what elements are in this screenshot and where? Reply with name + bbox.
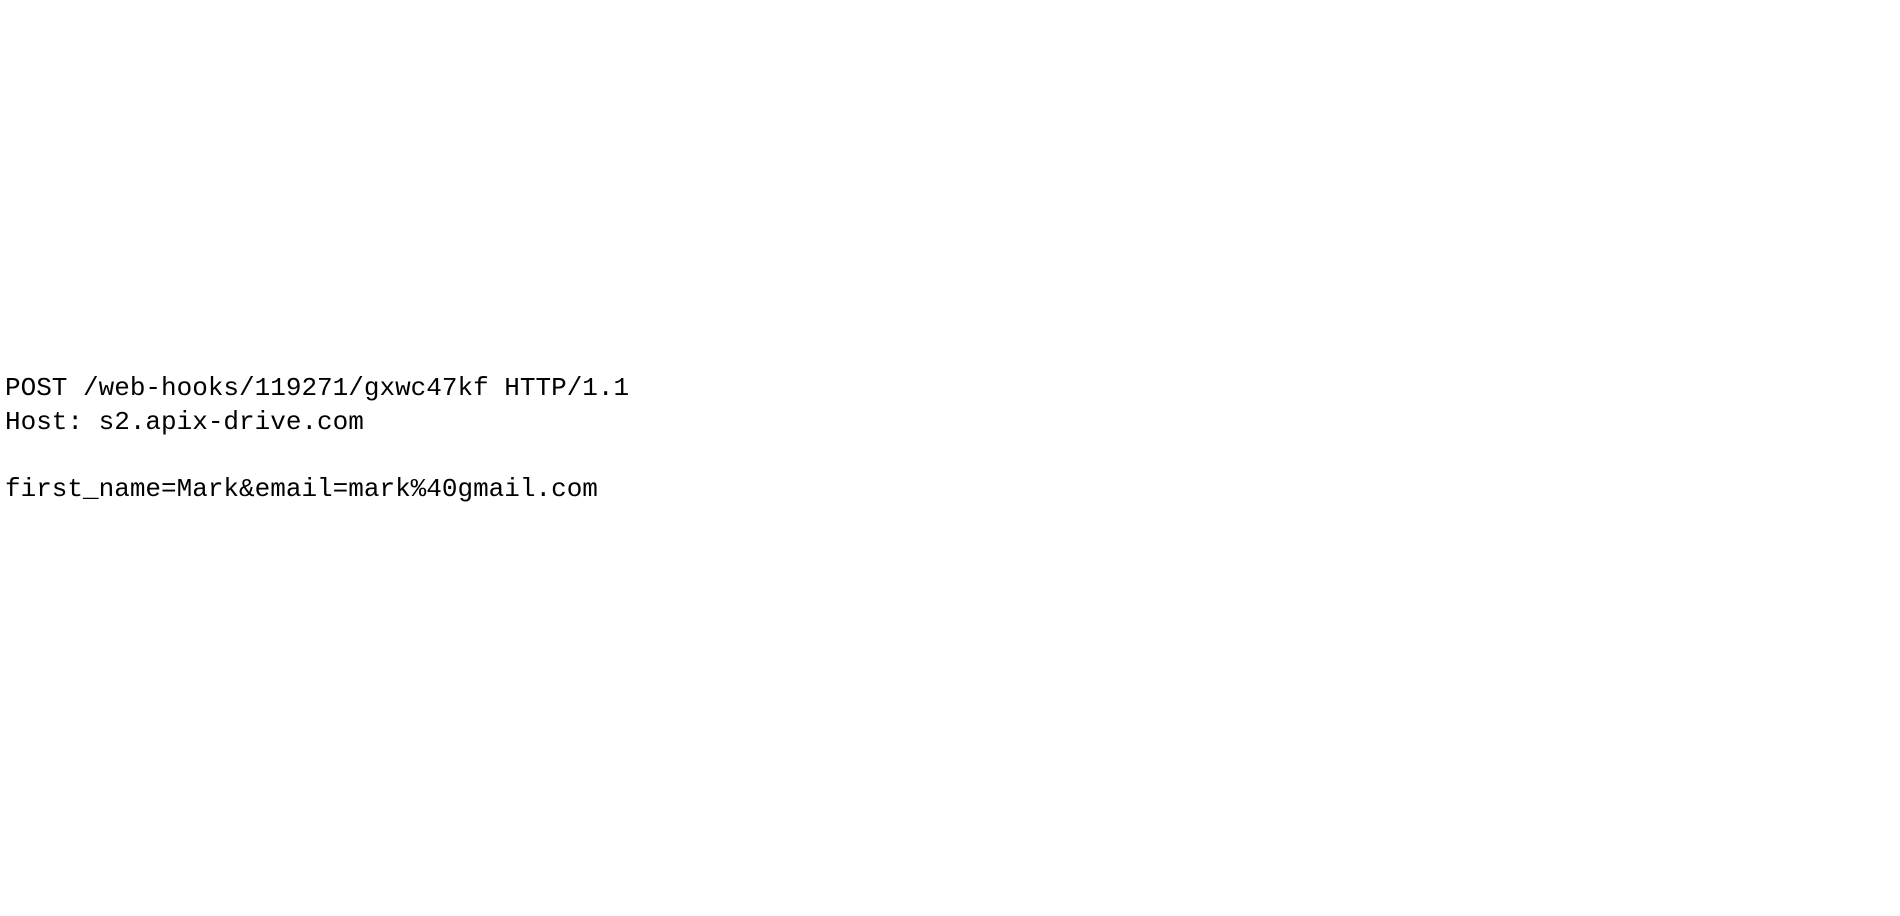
host-header: Host: s2.apix-drive.com: [5, 407, 364, 437]
request-line: POST /web-hooks/119271/gxwc47kf HTTP/1.1: [5, 373, 629, 403]
request-body: first_name=Mark&email=mark%40gmail.com: [5, 474, 598, 504]
http-request-text: POST /web-hooks/119271/gxwc47kf HTTP/1.1…: [5, 372, 629, 507]
